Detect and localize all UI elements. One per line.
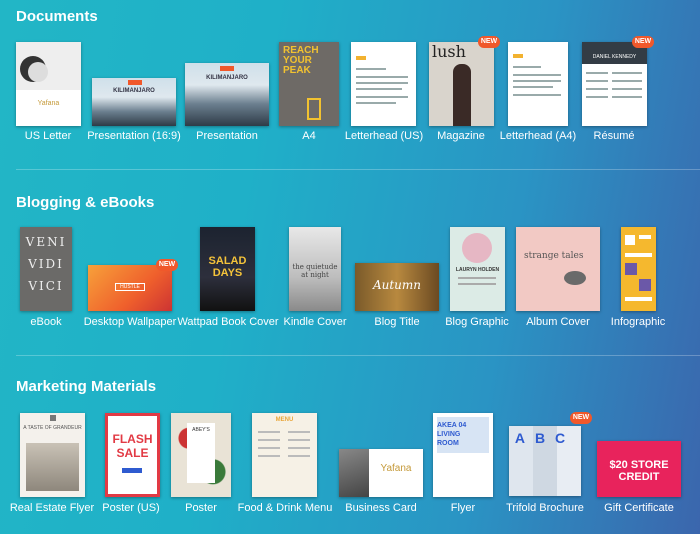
new-badge: NEW [632,36,654,48]
template-label: US Letter [24,130,72,142]
template-label: Presentation (16:9) [87,130,181,142]
thumbnail: LAURYN HOLDEN [450,227,505,311]
template-label: Poster [185,502,217,514]
template-label: Food & Drink Menu [237,502,333,514]
thumbnail: lush [429,42,494,126]
template-label: Kindle Cover [283,316,347,328]
thumb-text: SALAD DAYS [208,255,247,279]
thumbnail [508,42,568,126]
thumb-text: DANIEL KENNEDY [592,54,637,60]
thumbnail: AKEA 04 LIVING ROOM [433,413,493,497]
section-title: Marketing Materials [16,378,157,395]
thumbnail: strange tales [516,227,600,311]
template-label: Infographic [610,316,666,328]
thumbnail: DANIEL KENNEDY [582,42,647,126]
template-label: Blog Title [374,316,420,328]
template-label: Blog Graphic [445,316,509,328]
thumbnail: FLASH SALE [105,413,160,497]
section-documents: Documents Yafana US Letter KILIMANJARO P… [0,0,700,170]
thumbnail: ABC [509,426,581,496]
thumbnail: KILIMANJARO [92,78,176,126]
thumb-text: LAURYN HOLDEN [455,267,500,273]
new-badge: NEW [570,412,592,424]
thumb-text: AKEA 04 LIVING ROOM [437,422,467,447]
thumb-text: the quietude at night [292,263,338,279]
template-label: Desktop Wallpaper [83,316,177,328]
thumb-text: $20 STORE CREDIT [609,459,669,483]
template-label: Flyer [450,502,476,514]
template-label: Presentation [196,130,258,142]
thumb-text: strange tales [524,251,584,261]
thumb-text: KILIMANJARO [206,75,248,81]
thumb-text: Yafana [380,463,412,474]
template-label: Letterhead (US) [344,130,424,142]
template-label: A4 [302,130,316,142]
thumb-text: ABC [514,430,576,446]
thumb-text: ABEY'S [187,423,215,483]
new-badge: NEW [156,259,178,271]
thumb-text: REACH YOUR PEAK [283,45,319,76]
thumbnail: ABEY'S [171,413,231,497]
template-label: Real Estate Flyer [9,502,95,514]
thumbnail: SALAD DAYS [200,227,255,311]
thumbnail [351,42,416,126]
thumbnail: Autumn [355,263,439,311]
thumbnail: $20 STORE CREDIT [597,441,681,497]
template-label: Wattpad Book Cover [177,316,279,328]
template-label: Business Card [345,502,417,514]
thumbnail: VENI VIDI VICI [20,227,72,311]
thumbnail: KILIMANJARO [185,63,269,126]
thumb-text: MENU [275,417,294,423]
section-title: Blogging & eBooks [16,194,155,211]
section-blogging: Blogging & eBooks VENI VIDI VICI eBook H… [0,170,700,356]
thumbnail: A TASTE OF GRANDEUR [20,413,85,497]
thumb-text: lush [432,42,466,61]
template-label: eBook [30,316,62,328]
thumb-text: Yafana [37,100,60,107]
thumbnail: HUSTLE [88,265,172,311]
thumb-text: A TASTE OF GRANDEUR [23,425,82,431]
template-label: Gift Certificate [604,502,674,514]
template-label: Poster (US) [102,502,160,514]
thumb-text: HUSTLE [115,283,145,291]
thumb-text: FLASH SALE [112,432,153,460]
section-marketing: Marketing Materials A TASTE OF GRANDEUR … [0,356,700,534]
template-label: Letterhead (A4) [499,130,577,142]
thumbnail: Yafana [339,449,423,497]
template-label: Trifold Brochure [506,502,584,514]
thumbnail: the quietude at night [289,227,341,311]
template-label: Album Cover [526,316,590,328]
thumb-text: Autumn [372,278,422,292]
section-title: Documents [16,8,98,25]
new-badge: NEW [478,36,500,48]
template-label: Résumé [593,130,635,142]
thumb-text: KILIMANJARO [113,88,155,94]
thumbnail [621,227,656,311]
thumbnail: REACH YOUR PEAK [279,42,339,126]
thumbnail: MENU [252,413,317,497]
thumbnail: Yafana [16,42,81,126]
template-label: Magazine [437,130,485,142]
thumb-text: VENI VIDI VICI [25,235,67,293]
